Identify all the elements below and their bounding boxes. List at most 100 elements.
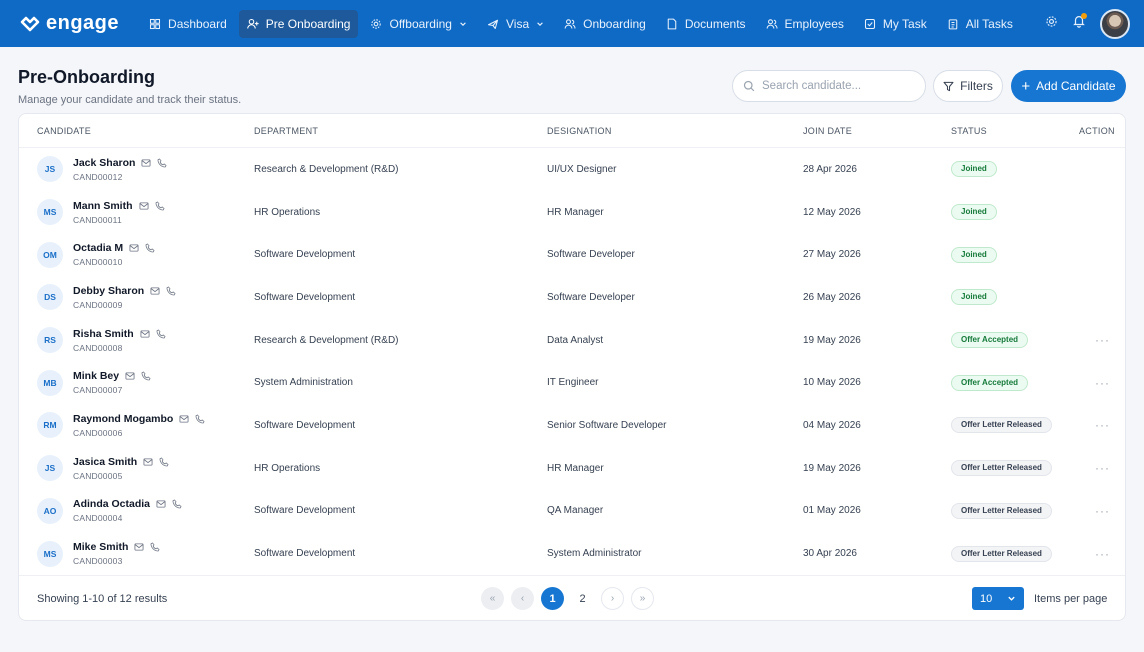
candidate-id: CAND00011 bbox=[73, 214, 122, 225]
gear-icon bbox=[370, 18, 382, 30]
candidate-id: CAND00003 bbox=[73, 556, 123, 567]
phone-icon[interactable] bbox=[150, 542, 160, 552]
header-join-date[interactable]: JOIN DATE bbox=[803, 126, 852, 136]
plane-icon bbox=[487, 18, 499, 30]
table-row[interactable]: DS Debby Sharon CAND00009 Software Developm… bbox=[19, 276, 1125, 319]
notification-bell-icon[interactable] bbox=[1072, 13, 1087, 33]
candidate-cell: RS Risha Smith CAND00008 bbox=[37, 327, 166, 354]
header-status[interactable]: STATUS bbox=[951, 126, 987, 136]
mail-icon[interactable] bbox=[150, 286, 160, 296]
mail-icon[interactable] bbox=[141, 158, 151, 168]
mail-icon[interactable] bbox=[143, 457, 153, 467]
search-input[interactable] bbox=[762, 80, 912, 92]
top-navigation-bar: engage Dashboard Pre Onboarding Offboardin… bbox=[0, 0, 1144, 47]
nav-item-visa[interactable]: Visa bbox=[479, 10, 552, 38]
nav-item-onboarding[interactable]: Onboarding bbox=[556, 10, 654, 38]
designation-cell: Software Developer bbox=[547, 249, 635, 261]
table-row[interactable]: RM Raymond Mogambo CAND00006 Software Devel… bbox=[19, 404, 1125, 447]
candidate-name[interactable]: Mink Bey bbox=[73, 370, 119, 382]
nav-item-my-task[interactable]: My Task bbox=[856, 10, 935, 38]
candidate-name[interactable]: Jack Sharon bbox=[73, 157, 135, 169]
phone-icon[interactable] bbox=[155, 201, 165, 211]
phone-icon[interactable] bbox=[145, 243, 155, 253]
phone-icon[interactable] bbox=[195, 414, 205, 424]
page-button-1[interactable]: 1 bbox=[541, 587, 564, 610]
designation-cell: QA Manager bbox=[547, 505, 604, 517]
candidate-name[interactable]: Octadia M bbox=[73, 242, 123, 254]
header-candidate[interactable]: CANDIDATE bbox=[37, 126, 91, 136]
table-row[interactable]: AO Adinda Octadia CAND00004 Software Develo… bbox=[19, 490, 1125, 533]
table-row[interactable]: MS Mike Smith CAND00003 Software Developmen… bbox=[19, 532, 1125, 575]
table-row[interactable]: JS Jack Sharon CAND00012 Research & Develop… bbox=[19, 148, 1125, 191]
join-date-cell: 19 May 2026 bbox=[803, 334, 861, 346]
first-page-icon[interactable]: « bbox=[481, 587, 504, 610]
last-page-icon[interactable]: » bbox=[631, 587, 654, 610]
table-row[interactable]: JS Jasica Smith CAND00005 HR Operations HR M… bbox=[19, 447, 1125, 490]
nav-item-employees[interactable]: Employees bbox=[758, 10, 852, 38]
mail-icon[interactable] bbox=[139, 201, 149, 211]
status-badge: Offer Accepted bbox=[951, 374, 1029, 391]
nav-item-pre-onboarding[interactable]: Pre Onboarding bbox=[238, 9, 359, 38]
header-designation[interactable]: DESIGNATION bbox=[547, 126, 612, 136]
search-box[interactable] bbox=[732, 70, 926, 102]
status-badge: Offer Letter Released bbox=[951, 417, 1052, 434]
table-row[interactable]: OM Octadia M CAND00010 Software Development… bbox=[19, 233, 1125, 276]
mail-icon[interactable] bbox=[125, 371, 135, 381]
candidate-name[interactable]: Debby Sharon bbox=[73, 285, 144, 297]
dashboard-icon bbox=[149, 18, 161, 30]
candidate-id: CAND00009 bbox=[73, 299, 123, 310]
status-cell: Offer Letter Released bbox=[951, 417, 1052, 434]
more-actions-icon[interactable]: ··· bbox=[1095, 333, 1110, 347]
more-actions-icon[interactable]: ··· bbox=[1095, 547, 1110, 561]
add-candidate-button[interactable]: + Add Candidate bbox=[1011, 70, 1126, 102]
candidates-table: CANDIDATE DEPARTMENT DESIGNATION JOIN DA… bbox=[18, 113, 1126, 621]
user-avatar[interactable] bbox=[1100, 8, 1130, 39]
items-per-page-select[interactable]: 10 bbox=[972, 587, 1024, 610]
mail-icon[interactable] bbox=[140, 329, 150, 339]
users-icon bbox=[766, 18, 778, 30]
table-row[interactable]: MS Mann Smith CAND00011 HR Operations HR Man… bbox=[19, 191, 1125, 234]
next-page-icon[interactable]: › bbox=[601, 587, 624, 610]
mail-icon[interactable] bbox=[179, 414, 189, 424]
items-per-page-value: 10 bbox=[980, 592, 993, 605]
nav-item-all-tasks[interactable]: All Tasks bbox=[939, 10, 1021, 38]
filters-button[interactable]: Filters bbox=[933, 70, 1003, 102]
mail-icon[interactable] bbox=[134, 542, 144, 552]
more-actions-icon[interactable]: ··· bbox=[1095, 418, 1110, 432]
app-logo[interactable]: engage bbox=[20, 12, 119, 35]
pagination: « ‹ 1 2 › » bbox=[481, 587, 654, 610]
header-action: ACTION bbox=[1079, 125, 1115, 136]
nav-item-documents[interactable]: Documents bbox=[658, 10, 754, 38]
table-header: CANDIDATE DEPARTMENT DESIGNATION JOIN DA… bbox=[19, 114, 1125, 148]
phone-icon[interactable] bbox=[166, 286, 176, 296]
phone-icon[interactable] bbox=[141, 371, 151, 381]
candidate-name[interactable]: Mike Smith bbox=[73, 541, 128, 553]
more-actions-icon[interactable]: ··· bbox=[1095, 504, 1110, 518]
mail-icon[interactable] bbox=[156, 499, 166, 509]
candidate-name[interactable]: Risha Smith bbox=[73, 328, 134, 340]
phone-icon[interactable] bbox=[156, 329, 166, 339]
mail-icon[interactable] bbox=[129, 243, 139, 253]
phone-icon[interactable] bbox=[157, 158, 167, 168]
phone-icon[interactable] bbox=[172, 499, 182, 509]
header-department[interactable]: DEPARTMENT bbox=[254, 126, 318, 136]
more-actions-icon[interactable]: ··· bbox=[1095, 461, 1110, 475]
status-cell: Joined bbox=[951, 161, 997, 178]
join-date-cell: 27 May 2026 bbox=[803, 249, 861, 261]
more-actions-icon[interactable]: ··· bbox=[1095, 376, 1110, 390]
nav-item-offboarding[interactable]: Offboarding bbox=[362, 10, 475, 38]
settings-gear-icon[interactable] bbox=[1045, 15, 1058, 33]
nav-item-dashboard[interactable]: Dashboard bbox=[141, 10, 235, 38]
candidate-name[interactable]: Adinda Octadia bbox=[73, 498, 150, 510]
table-row[interactable]: RS Risha Smith CAND00008 Research & Develop… bbox=[19, 319, 1125, 362]
join-date-cell: 30 Apr 2026 bbox=[803, 548, 857, 560]
candidate-name[interactable]: Jasica Smith bbox=[73, 456, 137, 468]
phone-icon[interactable] bbox=[159, 457, 169, 467]
candidate-name[interactable]: Mann Smith bbox=[73, 200, 133, 212]
previous-page-icon[interactable]: ‹ bbox=[511, 587, 534, 610]
document-icon bbox=[666, 18, 678, 30]
table-row[interactable]: MB Mink Bey CAND00007 System Administration… bbox=[19, 361, 1125, 404]
candidate-name[interactable]: Raymond Mogambo bbox=[73, 413, 173, 425]
candidate-avatar: MB bbox=[37, 369, 63, 396]
page-button-2[interactable]: 2 bbox=[571, 587, 594, 610]
